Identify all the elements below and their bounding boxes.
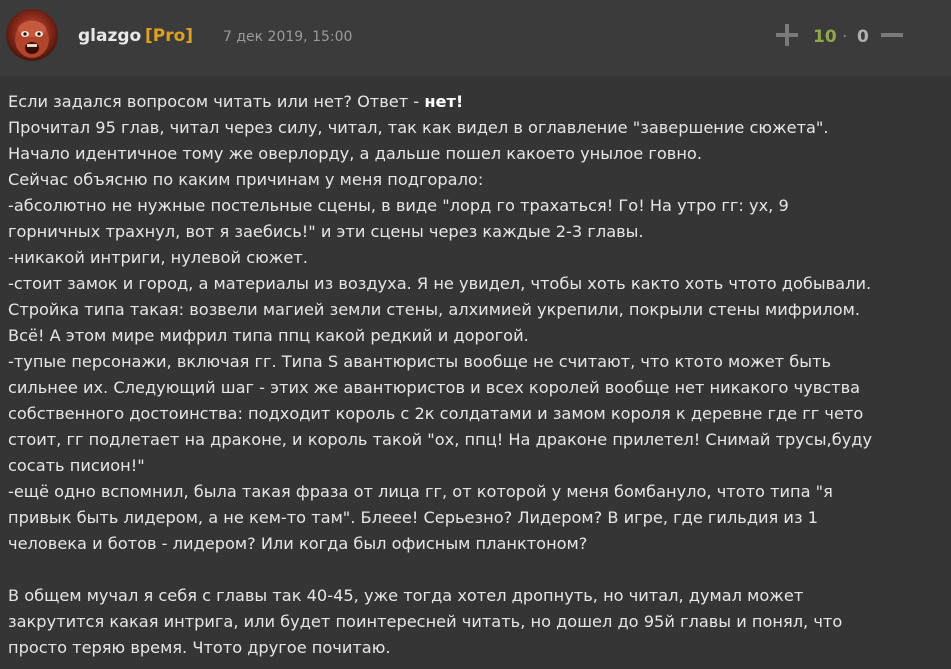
avatar[interactable] [6,9,58,61]
score-minus: 0 [857,27,869,47]
comment-line: -ещё одно вспомнил, была такая фраза от … [8,479,943,505]
avatar-face-icon [15,20,49,58]
comment-body: Если задался вопросом читать или нет? От… [8,89,943,661]
comment-line-text: Всё! А этом мире мифрил типа ппц какой р… [8,326,529,345]
comment-line: -никакой интриги, нулевой сюжет. [8,245,943,271]
comment-line: стоит, гг подлетает на драконе, и король… [8,427,943,453]
comment-line: Сейчас объясню по каким причинам у меня … [8,167,943,193]
comment-line-text: Начало идентичное тому же оверлорду, а д… [8,144,702,163]
comment-line-text: горничных трахнул, вот я заебись!" и эти… [8,222,644,241]
comment-line: сосать писион!" [8,453,943,479]
comment-line-text: Если задался вопросом читать или нет? От… [8,92,425,111]
comment-line: Если задался вопросом читать или нет? От… [8,89,943,115]
comment-line: сильнее их. Следующий шаг - этих же аван… [8,375,943,401]
comment-line-text: привык быть лидером, а не кем-то там". Б… [8,508,819,527]
comment-line-text: просто теряю время. Чтото другое почитаю… [8,638,391,657]
plus-icon[interactable] [776,24,798,46]
comment-line: собственного достоинства: подходит корол… [8,401,943,427]
comment-line: В общем мучал я себя с главы так 40-45, … [8,583,943,609]
comment-line: -абсолютно не нужные постельные сцены, в… [8,193,943,219]
comment-line-text: собственного достоинства: подходит корол… [8,404,864,423]
author-name[interactable]: glazgo [78,26,141,46]
comment-line: Прочитал 95 глав, читал через силу, чита… [8,115,943,141]
comment-header: glazgo [Pro] 7 дек 2019, 15:00 10 · 0 [0,0,951,76]
comment-line-text: -ещё одно вспомнил, была такая фраза от … [8,482,833,501]
score-plus: 10 [813,27,837,47]
comment-line: горничных трахнул, вот я заебись!" и эти… [8,219,943,245]
comment-line-text: человека и ботов - лидером? Или когда бы… [8,534,588,553]
comment-line: Стройка типа такая: возвели магией земли… [8,297,943,323]
minus-icon[interactable] [881,33,903,37]
comment-line [8,557,943,583]
comment-line: Начало идентичное тому же оверлорду, а д… [8,141,943,167]
comment-line: -тупые персонажи, включая гг. Типа S ава… [8,349,943,375]
comment-timestamp[interactable]: 7 дек 2019, 15:00 [223,29,352,45]
comment-line-text: В общем мучал я себя с главы так 40-45, … [8,586,804,605]
comment-line-text: Сейчас объясню по каким причинам у меня … [8,170,484,189]
comment-line-text: стоит, гг подлетает на драконе, и король… [8,430,873,449]
comment: glazgo [Pro] 7 дек 2019, 15:00 10 · 0 Ес… [0,0,951,669]
comment-line: просто теряю время. Чтото другое почитаю… [8,635,943,661]
comment-line-text: -тупые персонажи, включая гг. Типа S ава… [8,352,831,371]
comment-line-text: -никакой интриги, нулевой сюжет. [8,248,308,267]
comment-line-text: закрутится какая интрига, или будет поин… [8,612,843,631]
comment-answer-bold: нет! [424,92,464,111]
comment-line: человека и ботов - лидером? Или когда бы… [8,531,943,557]
score-separator: · [842,27,848,47]
comment-line-text: сосать писион!" [8,456,145,475]
comment-line-text: Стройка типа такая: возвели магией земли… [8,300,861,319]
comment-line-text: сильнее их. Следующий шаг - этих же аван… [8,378,861,397]
comment-line: Всё! А этом мире мифрил типа ппц какой р… [8,323,943,349]
comment-line: -стоит замок и город, а материалы из воз… [8,271,943,297]
comment-line-text: -стоит замок и город, а материалы из воз… [8,274,872,293]
comment-line-text: Прочитал 95 глав, читал через силу, чита… [8,118,829,137]
comment-line-text: -абсолютно не нужные постельные сцены, в… [8,196,789,215]
pro-badge: [Pro] [145,26,194,46]
comment-line: привык быть лидером, а не кем-то там". Б… [8,505,943,531]
comment-line: закрутится какая интрига, или будет поин… [8,609,943,635]
